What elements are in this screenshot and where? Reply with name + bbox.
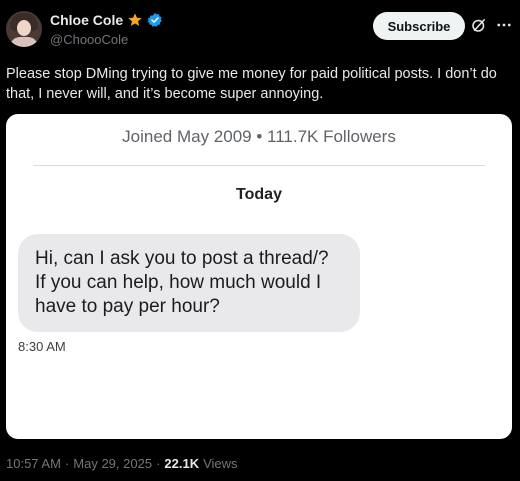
handle[interactable]: @ChoooCole	[50, 32, 128, 47]
post-footer: 10:57 AM · May 29, 2025 · 22.1K Views	[6, 456, 238, 471]
message-time: 8:30 AM	[18, 339, 66, 354]
attached-screenshot[interactable]: Joined May 2009 • 111.7K Followers Today…	[6, 114, 512, 439]
post-time[interactable]: 10:57 AM	[6, 456, 61, 471]
subscribe-button[interactable]: Subscribe	[373, 12, 465, 40]
post-text: Please stop DMing trying to give me mone…	[6, 66, 497, 102]
more-icon[interactable]	[495, 16, 513, 34]
separator: ·	[156, 456, 161, 471]
joined-info: Joined May 2009 • 111.7K Followers	[122, 127, 396, 146]
avatar-face	[17, 20, 31, 36]
views-count: 22.1K	[164, 456, 200, 471]
divider	[33, 165, 485, 166]
post-date[interactable]: May 29, 2025	[73, 456, 152, 471]
grok-icon[interactable]	[470, 16, 488, 34]
verified-badge-icon	[147, 13, 162, 27]
display-name[interactable]: Chloe Cole	[50, 12, 123, 28]
message-bubble: Hi, can I ask you to post a thread/? If …	[18, 234, 360, 332]
star-icon	[128, 13, 142, 26]
day-label: Today	[236, 186, 282, 203]
avatar-shirt	[10, 37, 38, 47]
avatar[interactable]	[6, 11, 42, 47]
separator: ·	[64, 456, 70, 471]
views-label: Views	[203, 456, 238, 471]
name-row: Chloe Cole	[50, 12, 163, 28]
post-header: Chloe Cole @ChoooCole Subscribe	[0, 0, 520, 56]
